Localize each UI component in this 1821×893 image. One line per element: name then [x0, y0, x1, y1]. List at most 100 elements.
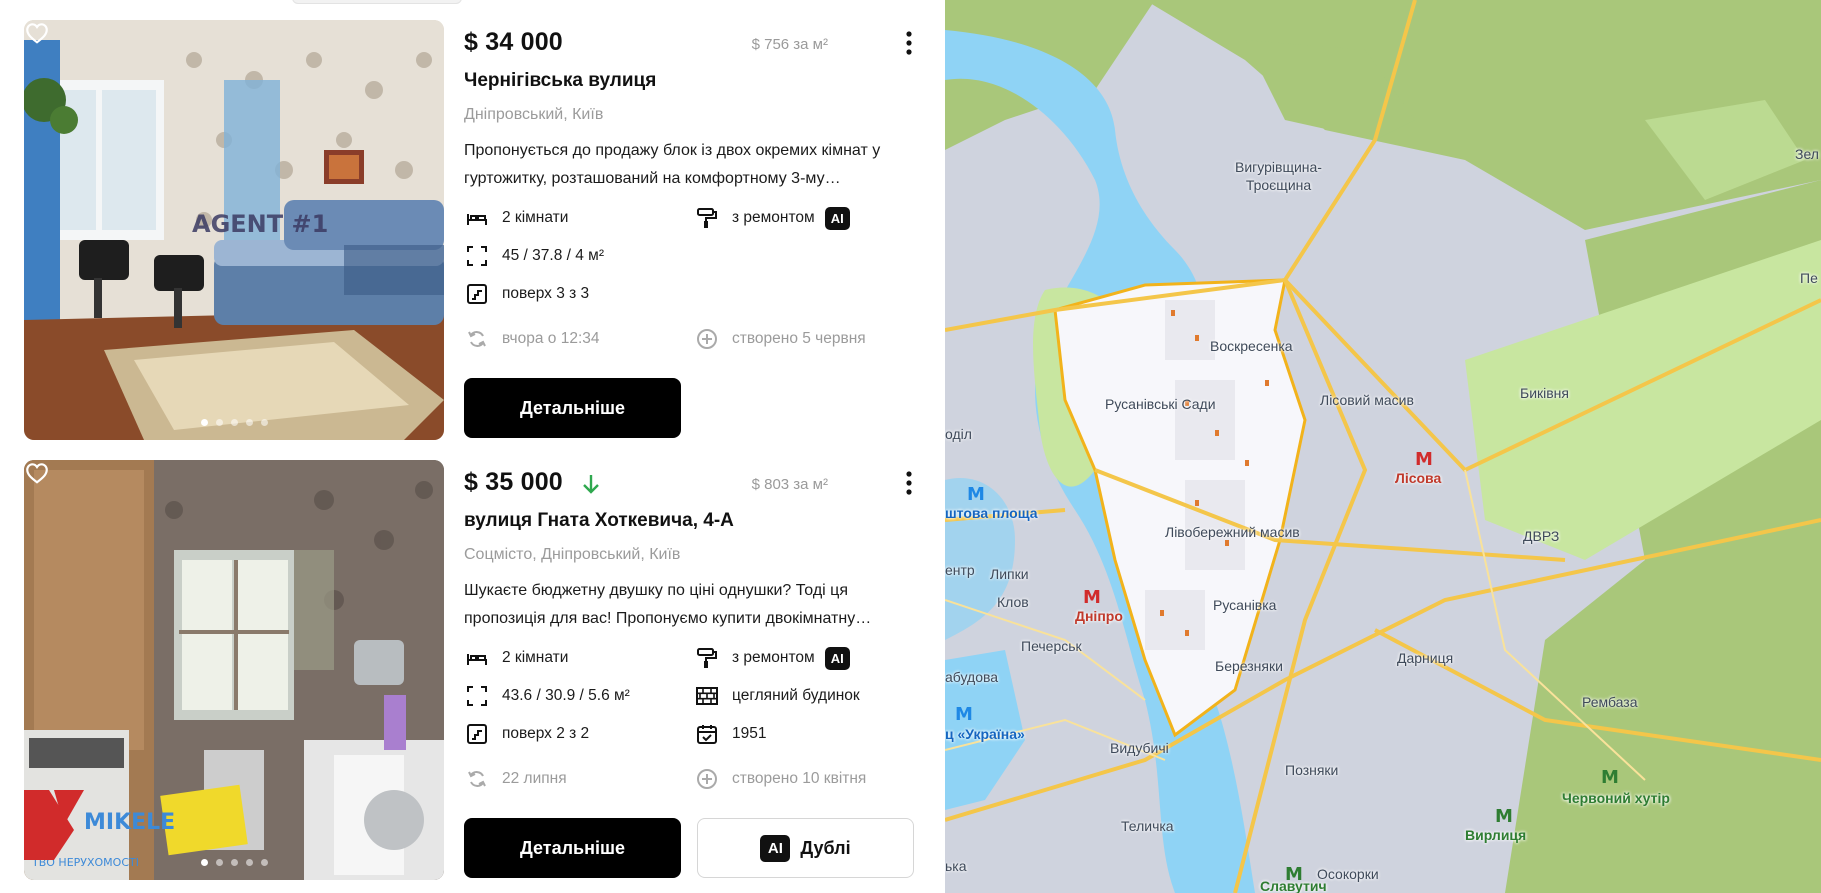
svg-text:M: M — [1601, 767, 1619, 788]
more-options-icon[interactable] — [902, 30, 916, 56]
carousel-dot[interactable] — [215, 859, 223, 866]
building-text: цегляний будинок — [732, 687, 860, 704]
calendar-check-icon — [694, 721, 720, 747]
paint-roller-icon — [694, 645, 720, 671]
ai-badge: AI — [824, 206, 850, 230]
price-row: $ 34 000 $ 756 за м² — [464, 28, 924, 62]
map-label-klov: Клов — [997, 594, 1029, 610]
refresh-icon — [464, 766, 490, 792]
feature-area: 43.6 / 30.9 / 5.6 м² — [464, 683, 630, 709]
listing-info: $ 35 000 $ 803 за м² вулиця Гната Хоткев… — [464, 460, 924, 880]
carousel-dot[interactable] — [215, 419, 223, 426]
map-label-lisovyi-masyv: Лісовий масив — [1320, 392, 1414, 408]
listing-card[interactable]: AGENT #1 $ 34 000 $ 756 за м² Чернігівсь… — [24, 20, 924, 440]
listing-price: $ 35 000 — [464, 468, 563, 496]
map-label-pozniaky: Позняки — [1285, 762, 1339, 778]
listing-title[interactable]: Чернігівська вулиця — [464, 70, 656, 92]
description-line: Пропонується до продажу блок із двох окр… — [464, 142, 881, 159]
map-label-edge-zel: Зел — [1795, 146, 1819, 162]
map-label-slavutych: Славутич — [1260, 878, 1327, 893]
details-button[interactable]: Детальніше — [464, 818, 681, 878]
map-label-chervonyi-khutir: Червоний хутір — [1562, 790, 1670, 806]
agency-logo-icon — [24, 790, 84, 860]
feature-building: цегляний будинок — [694, 683, 860, 709]
duplicates-button[interactable]: AI Дублі — [697, 818, 914, 878]
area-corners-icon — [464, 683, 490, 709]
listing-title[interactable]: вулиця Гната Хоткевича, 4-А — [464, 510, 734, 532]
map-label-bykivnia: Биківня — [1520, 385, 1569, 401]
photo-carousel-dots[interactable] — [24, 419, 444, 426]
map-label-rusanivski-sady: Русанівські Сади — [1105, 396, 1216, 412]
bed-icon — [464, 645, 490, 671]
listings-pane: AGENT #1 $ 34 000 $ 756 за м² Чернігівсь… — [0, 0, 945, 893]
svg-text:M: M — [1495, 806, 1513, 827]
carousel-dot[interactable] — [245, 419, 253, 426]
listing-info: $ 34 000 $ 756 за м² Чернігівська вулиця… — [464, 20, 924, 440]
bed-icon — [464, 205, 490, 231]
map-canvas[interactable]: M M M M M M M — [945, 0, 1821, 893]
map-label-edge-podil: оділ — [945, 426, 972, 442]
feature-rooms: 2 кімнати — [464, 645, 568, 671]
map-label-pechersk: Печерськ — [1021, 638, 1082, 654]
price-down-arrow-icon — [583, 475, 599, 494]
plus-circle-icon — [694, 326, 720, 352]
more-options-icon[interactable] — [902, 470, 916, 496]
listing-address: Соцмісто, Дніпровський, Київ — [464, 546, 681, 563]
feature-created: створено 10 квітня — [694, 766, 866, 792]
carousel-dot[interactable] — [245, 859, 253, 866]
description-line: гуртожитку, розташований на комфортному … — [464, 170, 841, 187]
agency-watermark: MIKELE — [84, 810, 176, 835]
photo-carousel-dots[interactable] — [24, 859, 444, 866]
map-label-edge-pe: Пе — [1800, 270, 1818, 286]
map-label-bereznyaky: Березняки — [1215, 658, 1283, 674]
carousel-dot[interactable] — [230, 419, 238, 426]
feature-area: 45 / 37.8 / 4 м² — [464, 243, 604, 269]
svg-text:M: M — [1083, 587, 1101, 608]
rooms-text: 2 кімнати — [502, 649, 569, 666]
ai-badge: AI — [760, 834, 791, 862]
map-label-edge-tsentr: ентр — [945, 562, 975, 578]
listing-card[interactable]: MIKELE ТВО НЕРУХОМОСТІ $ 35 000 $ 803 за… — [24, 460, 924, 880]
map-label-dvrz: ДВРЗ — [1523, 528, 1560, 544]
updated-text: 22 липня — [502, 770, 567, 787]
agency-watermark: AGENT #1 — [192, 210, 329, 238]
map-label-edge-ukraina: ц «Україна» — [945, 726, 1025, 742]
price-row: $ 35 000 $ 803 за м² — [464, 468, 924, 502]
svg-text:M: M — [955, 704, 973, 725]
map-view[interactable]: M M M M M M M Вигурівщина- Троєщина Воск… — [945, 0, 1821, 893]
favorite-heart-icon[interactable] — [24, 20, 50, 46]
carousel-dot[interactable] — [260, 419, 268, 426]
carousel-dot[interactable] — [200, 859, 208, 866]
feature-floor: поверх 3 з 3 — [464, 281, 589, 307]
rooms-text: 2 кімнати — [502, 209, 569, 226]
description-line: Шукаєте бюджетну двушку по ціні однушки?… — [464, 582, 848, 599]
listing-photo[interactable]: MIKELE ТВО НЕРУХОМОСТІ — [24, 460, 444, 880]
feature-updated: 22 липня — [464, 766, 567, 792]
map-label-vydubychi: Видубичі — [1110, 740, 1169, 756]
description-line: пропозиція для вас! Пропонуємо купити дв… — [464, 610, 872, 627]
brick-wall-icon — [694, 683, 720, 709]
map-label-livoberezhnyi: Лівобережний масив — [1165, 524, 1300, 540]
plus-circle-icon — [694, 766, 720, 792]
feature-renovation: з ремонтом AI — [694, 645, 850, 671]
carousel-dot[interactable] — [260, 859, 268, 866]
favorite-heart-icon[interactable] — [24, 460, 50, 486]
area-text: 45 / 37.8 / 4 м² — [502, 247, 604, 264]
map-label-vyrlytsia: Вирлиця — [1465, 827, 1527, 843]
carousel-dot[interactable] — [200, 419, 208, 426]
carousel-dot[interactable] — [230, 859, 238, 866]
map-label-rusanivka: Русанівка — [1213, 597, 1277, 613]
created-text: створено 10 квітня — [732, 770, 867, 787]
area-corners-icon — [464, 243, 490, 269]
map-label-voskresenka: Воскресенка — [1210, 338, 1293, 354]
details-button[interactable]: Детальніше — [464, 378, 681, 438]
feature-year: 1951 — [694, 721, 766, 747]
feature-floor: поверх 2 з 2 — [464, 721, 589, 747]
svg-text:M: M — [1415, 449, 1433, 470]
feature-renovation: з ремонтом AI — [694, 205, 850, 231]
map-label-edge-budova: абудова — [945, 669, 999, 685]
map-label-lypky: Липки — [990, 566, 1029, 582]
map-label-troieshchyna: Вигурівщина- Троєщина — [1235, 159, 1322, 193]
map-label-rembaza: Рембаза — [1582, 694, 1638, 710]
listing-photo[interactable]: AGENT #1 — [24, 20, 444, 440]
